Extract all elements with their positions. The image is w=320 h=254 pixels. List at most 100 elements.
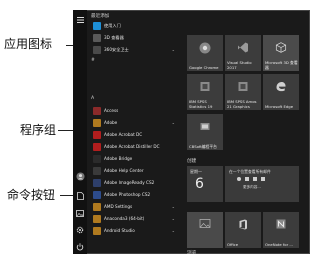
edge-icon [276, 81, 286, 92]
pictures-icon [76, 209, 84, 217]
tile-microsoft-edge[interactable]: Microsoft Edge [263, 74, 299, 110]
app-item-anaconda3-64-bit[interactable]: Anaconda3 (64-bit) ⌄ [89, 213, 175, 224]
app-icon [200, 123, 210, 130]
mail-more: 更多内容... [243, 185, 261, 189]
hamburger-icon [76, 17, 84, 23]
app-label: Anaconda3 (64-bit) [104, 216, 145, 221]
app-label: Adobe Acrobat Distiller DC [104, 144, 160, 149]
tile-mail[interactable]: 在一个位置查看所有邮件 更多内容... [225, 166, 299, 202]
app-item-android-studio[interactable]: Android Studio ⌄ [89, 225, 175, 236]
app-item-access[interactable]: Access [89, 105, 165, 116]
onenote-icon [276, 219, 286, 229]
tile-cbsoft[interactable]: CBSoft编程平台 [187, 114, 223, 150]
app-label: 使用入门 [104, 22, 121, 28]
tile-onenote[interactable]: OneNote for ... [263, 212, 299, 248]
tile-label: Office [227, 241, 239, 247]
tile-visual-studio[interactable]: Visual Studio 2017 [225, 35, 261, 71]
tile-3d-viewer[interactable]: Microsoft 3D 查看器 [263, 35, 299, 71]
recent-item-360[interactable]: 360安全卫士 ⌄ [89, 44, 175, 55]
app-item-adobe-bridge[interactable]: Adobe Bridge [89, 153, 165, 164]
cube-icon [93, 33, 101, 42]
tile-label: CBSoft编程平台 [189, 143, 217, 149]
app-label: Adobe [104, 120, 118, 125]
mail-text: 在一个位置查看所有邮件 [229, 169, 271, 174]
folder-icon [93, 226, 101, 235]
visual-studio-icon [238, 42, 248, 53]
access-icon [93, 106, 101, 115]
app-item-adobe-acrobat-distiller-dc[interactable]: Adobe Acrobat Distiller DC [89, 141, 165, 152]
office-icon [239, 219, 247, 230]
tile-label: Visual Studio 2017 [227, 60, 252, 70]
settings-icon [76, 226, 84, 234]
section-letter-hash: # [91, 58, 95, 63]
tile-spss-amos[interactable]: IBM SPSS Amos 21 Graphics [225, 74, 261, 110]
app-label: Adobe Help Center [104, 168, 144, 173]
shield-icon [93, 45, 101, 54]
group-browse-title: 浏览 [187, 251, 197, 254]
figure: 应用图标 程序组 命令按钮 最近添加 使用入门 3D 查看器 360安全卫士 ⌄… [0, 0, 317, 254]
app-item-adobe-photoshop-cs2[interactable]: Adobe Photoshop CS2 [89, 189, 165, 200]
tile-label: Microsoft Edge [265, 103, 294, 109]
tile-calendar[interactable]: 星期一 6 [187, 166, 223, 202]
app-label: Adobe ImageReady CS2 [104, 180, 155, 185]
recent-item-3d[interactable]: 3D 查看器 [89, 32, 165, 43]
bridge-icon [93, 154, 101, 163]
hamburger-menu-button[interactable] [73, 12, 87, 28]
app-label: 3D 查看器 [104, 34, 124, 40]
app-list: 最近添加 使用入门 3D 查看器 360安全卫士 ⌄ # A Access Adobe ⌄… [89, 10, 175, 254]
app-label: 360安全卫士 [104, 46, 129, 52]
recent-item-item[interactable]: 使用入门 [89, 20, 165, 31]
app-item-adobe[interactable]: Adobe ⌄ [89, 117, 175, 128]
folder-icon [93, 202, 101, 211]
folder-icon [93, 118, 101, 127]
tile-label: Google Chrome [189, 64, 219, 70]
tile-google-chrome[interactable]: Google Chrome [187, 35, 223, 71]
tile-office[interactable]: Office [225, 212, 261, 248]
callout-program-group: 程序组 [20, 123, 57, 137]
user-icon [75, 171, 85, 181]
start-menu: 最近添加 使用入门 3D 查看器 360安全卫士 ⌄ # A Access Adobe ⌄… [73, 10, 310, 254]
mail-app-icon-3 [253, 177, 257, 181]
help-icon [93, 166, 101, 175]
acrobat-icon [93, 130, 101, 139]
app-item-amd-settings[interactable]: AMD Settings ⌄ [89, 201, 175, 212]
tile-area: Google Chrome Visual Studio 2017 Microso… [165, 10, 310, 254]
photo-icon [199, 219, 211, 228]
spss-icon [200, 82, 210, 91]
settings-button[interactable] [73, 222, 87, 238]
app-label: Adobe Bridge [104, 156, 133, 161]
mail-app-icon-1 [237, 177, 241, 181]
calendar-weekday: 星期一 [190, 169, 202, 174]
imageready-icon [93, 178, 101, 187]
app-label: AMD Settings [104, 204, 133, 209]
app-label: Android Studio [104, 228, 135, 233]
app-item-adobe-acrobat-dc[interactable]: Adobe Acrobat DC [89, 129, 165, 140]
section-recently-added: 最近添加 [91, 14, 110, 19]
tile-photos[interactable] [187, 212, 223, 248]
cube-icon [275, 42, 287, 53]
tile-spss-statistics[interactable]: IBM SPSS Statistics 19 [187, 74, 223, 110]
app-item-adobe-imageready-cs2[interactable]: Adobe ImageReady CS2 [89, 177, 165, 188]
power-icon [76, 243, 84, 251]
power-button[interactable] [73, 239, 87, 254]
tile-label: Microsoft 3D 查看器 [265, 60, 298, 70]
tile-label: IBM SPSS Amos 21 Graphics [227, 99, 257, 109]
section-letter-a: A [91, 96, 95, 101]
group-create-title: 创建 [187, 159, 197, 164]
app-item-adobe-help-center[interactable]: Adobe Help Center [89, 165, 165, 176]
app-label: Adobe Photoshop CS2 [104, 192, 151, 197]
user-button[interactable] [73, 168, 87, 184]
callout-command-button: 命令按钮 [7, 188, 56, 202]
calendar-day: 6 [195, 176, 204, 192]
photoshop-icon [93, 190, 101, 199]
lightbulb-icon [93, 21, 101, 30]
chrome-icon [199, 42, 211, 54]
tile-label: IBM SPSS Statistics 19 [189, 99, 213, 109]
pictures-button[interactable] [73, 205, 87, 221]
app-label: Adobe Acrobat DC [104, 132, 143, 137]
documents-button[interactable] [73, 188, 87, 204]
folder-icon [93, 214, 101, 223]
app-label: Access [104, 108, 119, 113]
tile-label: OneNote for ... [265, 241, 293, 247]
spss-icon [238, 82, 248, 91]
